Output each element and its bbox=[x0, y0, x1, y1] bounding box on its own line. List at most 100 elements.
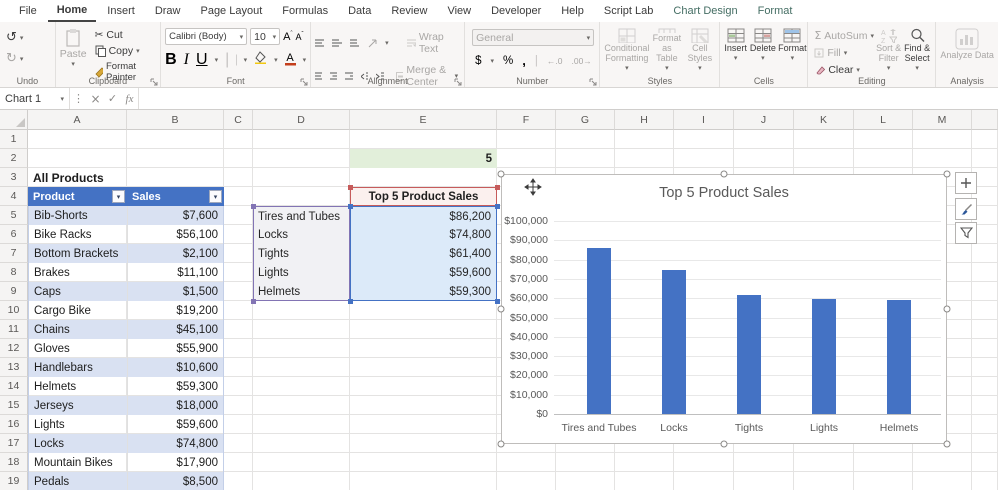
percent-button[interactable]: % bbox=[503, 55, 513, 67]
filter-button-product[interactable]: ▾ bbox=[112, 190, 125, 203]
tab-page-layout[interactable]: Page Layout bbox=[191, 2, 271, 21]
analyze-data-button[interactable]: Analyze Data bbox=[940, 26, 994, 60]
grow-font-button[interactable]: Aˆ bbox=[283, 31, 292, 43]
filter-button-sales[interactable]: ▾ bbox=[209, 190, 222, 203]
row-header-15[interactable]: 15 bbox=[0, 396, 28, 415]
top5-value-cell[interactable]: $59,300 bbox=[351, 282, 496, 301]
orientation-button[interactable] bbox=[367, 38, 377, 49]
insert-cells-button[interactable]: Insert▾ bbox=[724, 26, 747, 73]
row-header-1[interactable]: 1 bbox=[0, 130, 28, 149]
sales-cell[interactable]: $11,100 bbox=[127, 263, 224, 282]
italic-button[interactable]: I bbox=[184, 51, 189, 69]
sales-cell[interactable]: $55,900 bbox=[127, 339, 224, 358]
range-handle[interactable] bbox=[495, 299, 500, 304]
product-cell[interactable]: Bottom Brackets bbox=[28, 244, 127, 263]
tab-insert[interactable]: Insert bbox=[98, 2, 144, 21]
range-handle[interactable] bbox=[251, 204, 256, 209]
row-header-9[interactable]: 9 bbox=[0, 282, 28, 301]
sales-cell[interactable]: $56,100 bbox=[127, 225, 224, 244]
number-format-select[interactable]: General▾ bbox=[472, 29, 594, 46]
currency-button[interactable]: $ bbox=[475, 55, 481, 67]
top-n-input-cell[interactable]: 5 bbox=[350, 149, 497, 168]
autosum-button[interactable]: ΣAutoSum▾ bbox=[812, 28, 874, 43]
chart-bar-helmets[interactable] bbox=[887, 300, 911, 414]
name-box-splitter[interactable]: ⋮ bbox=[70, 92, 87, 105]
sales-cell[interactable]: $1,500 bbox=[127, 282, 224, 301]
underline-button[interactable]: U bbox=[196, 51, 208, 69]
product-cell[interactable]: Lights bbox=[28, 415, 127, 434]
sheet-grid[interactable]: ABCDEFGHIJKLM 12345678910111213141516171… bbox=[0, 110, 998, 490]
format-as-table-button[interactable]: Format as Table▾ bbox=[651, 26, 682, 73]
product-cell[interactable]: Cargo Bike bbox=[28, 301, 127, 320]
font-name-select[interactable]: Calibri (Body)▾ bbox=[165, 28, 247, 45]
undo-button[interactable]: ↺▾ bbox=[4, 29, 51, 46]
font-size-select[interactable]: 10▾ bbox=[250, 28, 280, 45]
column-header-J[interactable]: J bbox=[734, 110, 794, 130]
redo-button[interactable]: ↻▾ bbox=[4, 50, 51, 67]
chart-bar-lights[interactable] bbox=[812, 299, 836, 414]
tab-data[interactable]: Data bbox=[339, 2, 380, 21]
chart-bar-tires-and-tubes[interactable] bbox=[587, 248, 611, 414]
row-header-7[interactable]: 7 bbox=[0, 244, 28, 263]
find-select-button[interactable]: Find & Select▾ bbox=[903, 26, 932, 77]
column-header-A[interactable]: A bbox=[28, 110, 127, 130]
chart-resize-handle[interactable] bbox=[498, 306, 505, 313]
chart-title[interactable]: Top 5 Product Sales bbox=[502, 185, 946, 201]
chart-elements-button[interactable] bbox=[955, 172, 977, 194]
product-cell[interactable]: Gloves bbox=[28, 339, 127, 358]
row-header-17[interactable]: 17 bbox=[0, 434, 28, 453]
product-cell[interactable]: Caps bbox=[28, 282, 127, 301]
row-header-5[interactable]: 5 bbox=[0, 206, 28, 225]
cell-styles-button[interactable]: Cell Styles▾ bbox=[684, 26, 715, 73]
range-handle[interactable] bbox=[495, 185, 500, 190]
row-header-6[interactable]: 6 bbox=[0, 225, 28, 244]
product-cell[interactable]: Helmets bbox=[28, 377, 127, 396]
top5-category-range[interactable]: Tires and TubesLocksTightsLightsHelmets bbox=[253, 206, 350, 301]
fill-color-button[interactable] bbox=[254, 51, 267, 69]
increase-decimal-button[interactable]: ←.0 bbox=[547, 56, 563, 66]
chart-resize-handle[interactable] bbox=[498, 171, 505, 178]
row-header-12[interactable]: 12 bbox=[0, 339, 28, 358]
table-header-sales[interactable]: Sales▾ bbox=[127, 187, 224, 206]
column-header-B[interactable]: B bbox=[127, 110, 224, 130]
clipboard-dialog-launcher[interactable] bbox=[150, 78, 158, 86]
top5-value-cell[interactable]: $74,800 bbox=[351, 225, 496, 244]
sales-cell[interactable]: $7,600 bbox=[127, 206, 224, 225]
chart-resize-handle[interactable] bbox=[498, 441, 505, 448]
enter-icon[interactable]: ✓ bbox=[104, 92, 121, 105]
sales-cell[interactable]: $8,500 bbox=[127, 472, 224, 490]
row-header-4[interactable]: 4 bbox=[0, 187, 28, 206]
tab-home[interactable]: Home bbox=[48, 1, 97, 22]
column-header-K[interactable]: K bbox=[794, 110, 854, 130]
top5-header-cell[interactable]: Top 5 Product Sales bbox=[350, 187, 497, 206]
tab-formulas[interactable]: Formulas bbox=[273, 2, 337, 21]
tab-draw[interactable]: Draw bbox=[146, 2, 190, 21]
chart-bar-locks[interactable] bbox=[662, 270, 686, 414]
product-cell[interactable]: Handlebars bbox=[28, 358, 127, 377]
top5-category-cell[interactable]: Locks bbox=[254, 225, 349, 244]
tab-file[interactable]: File bbox=[10, 2, 46, 21]
chart[interactable]: Top 5 Product Sales $0$10,000$20,000$30,… bbox=[501, 174, 947, 444]
product-cell[interactable]: Bib-Shorts bbox=[28, 206, 127, 225]
alignment-dialog-launcher[interactable] bbox=[454, 78, 462, 86]
cancel-icon[interactable]: × bbox=[87, 92, 104, 106]
fill-button[interactable]: Fill▾ bbox=[812, 46, 874, 60]
column-header-F[interactable]: F bbox=[497, 110, 556, 130]
wrap-text-button[interactable]: Wrap Text bbox=[405, 30, 460, 56]
clear-button[interactable]: Clear▾ bbox=[812, 63, 874, 77]
top5-category-cell[interactable]: Helmets bbox=[254, 282, 349, 301]
cut-button[interactable]: ✂Cut bbox=[93, 28, 157, 42]
range-handle[interactable] bbox=[495, 204, 500, 209]
range-handle[interactable] bbox=[348, 185, 353, 190]
row-header-14[interactable]: 14 bbox=[0, 377, 28, 396]
sales-cell[interactable]: $19,200 bbox=[127, 301, 224, 320]
row-header-3[interactable]: 3 bbox=[0, 168, 28, 187]
sales-cell[interactable]: $2,100 bbox=[127, 244, 224, 263]
column-header-H[interactable]: H bbox=[615, 110, 674, 130]
tab-review[interactable]: Review bbox=[382, 2, 436, 21]
chart-resize-handle[interactable] bbox=[944, 306, 951, 313]
comma-button[interactable]: , bbox=[522, 53, 526, 68]
column-header-G[interactable]: G bbox=[556, 110, 615, 130]
font-dialog-launcher[interactable] bbox=[300, 78, 308, 86]
column-header-M[interactable]: M bbox=[913, 110, 972, 130]
